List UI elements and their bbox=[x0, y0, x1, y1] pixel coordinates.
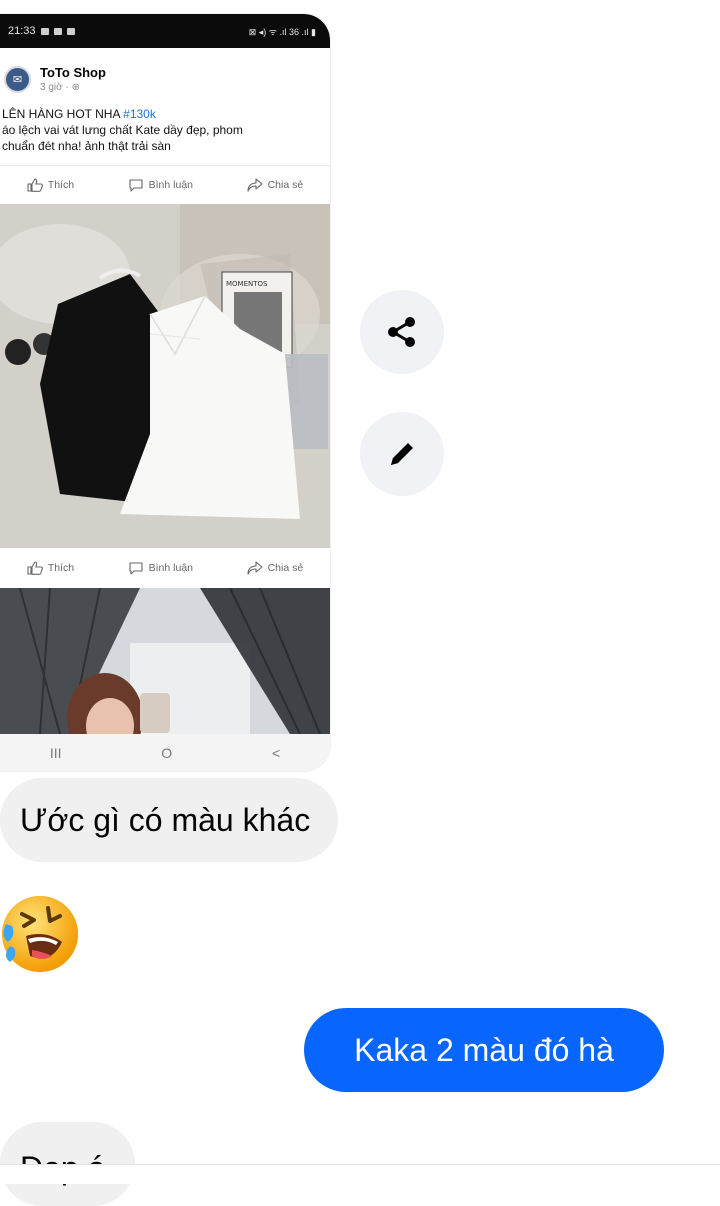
post-meta: 3 giờ · ⊕ bbox=[40, 82, 80, 93]
comment-icon bbox=[129, 179, 143, 192]
android-nav-bar: III O < bbox=[0, 734, 330, 771]
message-text: Ước gì có màu khác bbox=[20, 801, 311, 838]
comment-action-2: Bình luận bbox=[128, 561, 193, 575]
share-button[interactable] bbox=[360, 290, 444, 374]
post-text-line1: LÊN HÀNG HOT NHA bbox=[2, 107, 124, 121]
post-header: ✉ ToTo Shop 3 giờ · ⊕ bbox=[0, 48, 330, 100]
comment-label: Bình luận bbox=[148, 179, 193, 191]
share-arrow-icon bbox=[247, 178, 263, 192]
hashtag-link: #130k bbox=[123, 107, 156, 121]
post-text-line2: áo lệch vai vát lưng chất Kate dầy đẹp, … bbox=[2, 123, 243, 137]
comment-label-2: Bình luận bbox=[148, 562, 193, 574]
comment-icon bbox=[129, 562, 143, 575]
shared-screenshot[interactable]: 21:33 ⊠ ◂) ᯤ .ıl 36 .ıl ▮ ✉ ToTo Shop 3 … bbox=[0, 14, 330, 771]
status-icons: ⊠ ◂) ᯤ .ıl 36 .ıl ▮ bbox=[248, 26, 316, 37]
rolling-laughing-icon bbox=[2, 896, 78, 972]
notification-icon bbox=[40, 27, 49, 35]
share-icon bbox=[388, 317, 415, 347]
status-bar: 21:33 ⊠ ◂) ᯤ .ıl 36 .ıl ▮ bbox=[0, 14, 330, 48]
shield-icon bbox=[53, 27, 62, 35]
thumbs-up-icon bbox=[27, 178, 43, 192]
product-photo: MOMENTOS bbox=[0, 204, 330, 548]
pencil-icon bbox=[391, 443, 413, 465]
comment-action: Bình luận bbox=[128, 178, 193, 192]
post-text: LÊN HÀNG HOT NHA #130k áo lệch vai vát l… bbox=[0, 100, 330, 154]
share-action-2: Chia sẻ bbox=[247, 561, 304, 575]
outgoing-message[interactable]: Kaka 2 màu đó hà bbox=[304, 1008, 664, 1092]
like-action: Thích bbox=[27, 178, 74, 192]
post-actions-bottom: Thích Bình luận Chia sẻ bbox=[0, 549, 330, 587]
share-arrow-icon bbox=[247, 561, 263, 575]
recents-button: III bbox=[49, 744, 62, 761]
composer-area bbox=[0, 1165, 720, 1184]
second-photo bbox=[0, 588, 330, 734]
home-button: O bbox=[161, 744, 173, 761]
laughing-emoji[interactable] bbox=[0, 890, 84, 980]
notification-icon-2 bbox=[66, 27, 75, 35]
incoming-message[interactable]: Ước gì có màu khác bbox=[0, 778, 339, 862]
share-label: Chia sẻ bbox=[267, 179, 304, 191]
edit-button[interactable] bbox=[360, 412, 444, 496]
post-text-line3: chuẩn đét nha! ảnh thật trải sàn bbox=[2, 139, 171, 153]
post-actions-top: Thích Bình luận Chia sẻ bbox=[0, 165, 330, 204]
status-time: 21:33 bbox=[8, 25, 36, 37]
like-label-2: Thích bbox=[47, 562, 75, 574]
thumbs-up-icon bbox=[27, 561, 43, 575]
share-label-2: Chia sẻ bbox=[267, 562, 304, 574]
back-button: < bbox=[271, 744, 281, 761]
page-name: ToTo Shop bbox=[40, 65, 106, 80]
share-action: Chia sẻ bbox=[247, 178, 304, 192]
avatar: ✉ bbox=[4, 65, 31, 93]
message-text: Kaka 2 màu đó hà bbox=[354, 1031, 614, 1068]
like-label: Thích bbox=[47, 179, 75, 191]
photo-label: MOMENTOS bbox=[226, 280, 268, 288]
like-action-2: Thích bbox=[27, 561, 74, 575]
